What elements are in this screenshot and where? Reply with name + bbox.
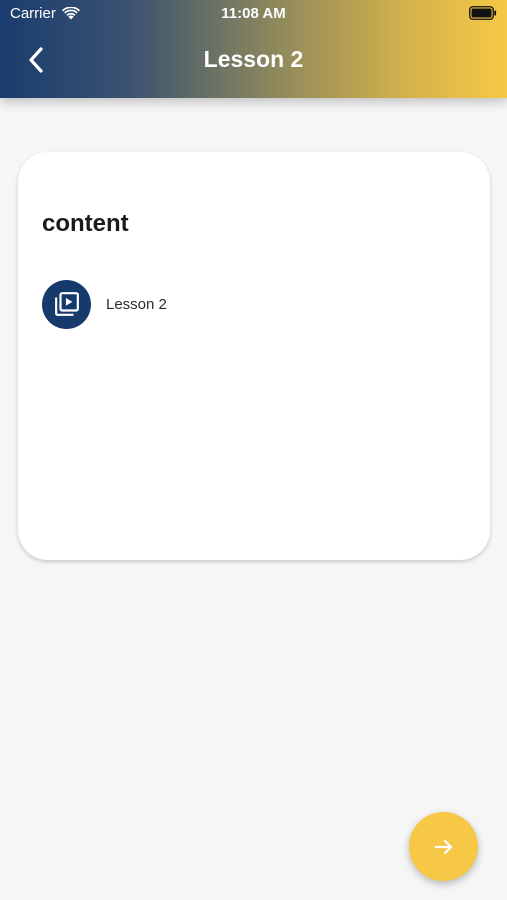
arrow-right-icon: [434, 839, 452, 854]
lesson-avatar: [42, 279, 91, 329]
app-header: Carrier 11:08 AM Lesson 2: [0, 0, 507, 98]
nav-bar: Lesson 2: [0, 38, 507, 82]
status-bar: Carrier 11:08 AM: [0, 0, 507, 28]
content-card: content Lesson 2: [18, 152, 490, 560]
page-title: Lesson 2: [203, 46, 304, 72]
list-item[interactable]: Lesson 2: [42, 279, 462, 329]
lesson-label: Lesson 2: [106, 295, 167, 313]
status-time: 11:08 AM: [221, 5, 286, 22]
card-heading: content: [42, 210, 129, 237]
battery-icon: [469, 6, 497, 24]
video-library-icon: [54, 292, 79, 316]
next-button[interactable]: [409, 812, 478, 881]
